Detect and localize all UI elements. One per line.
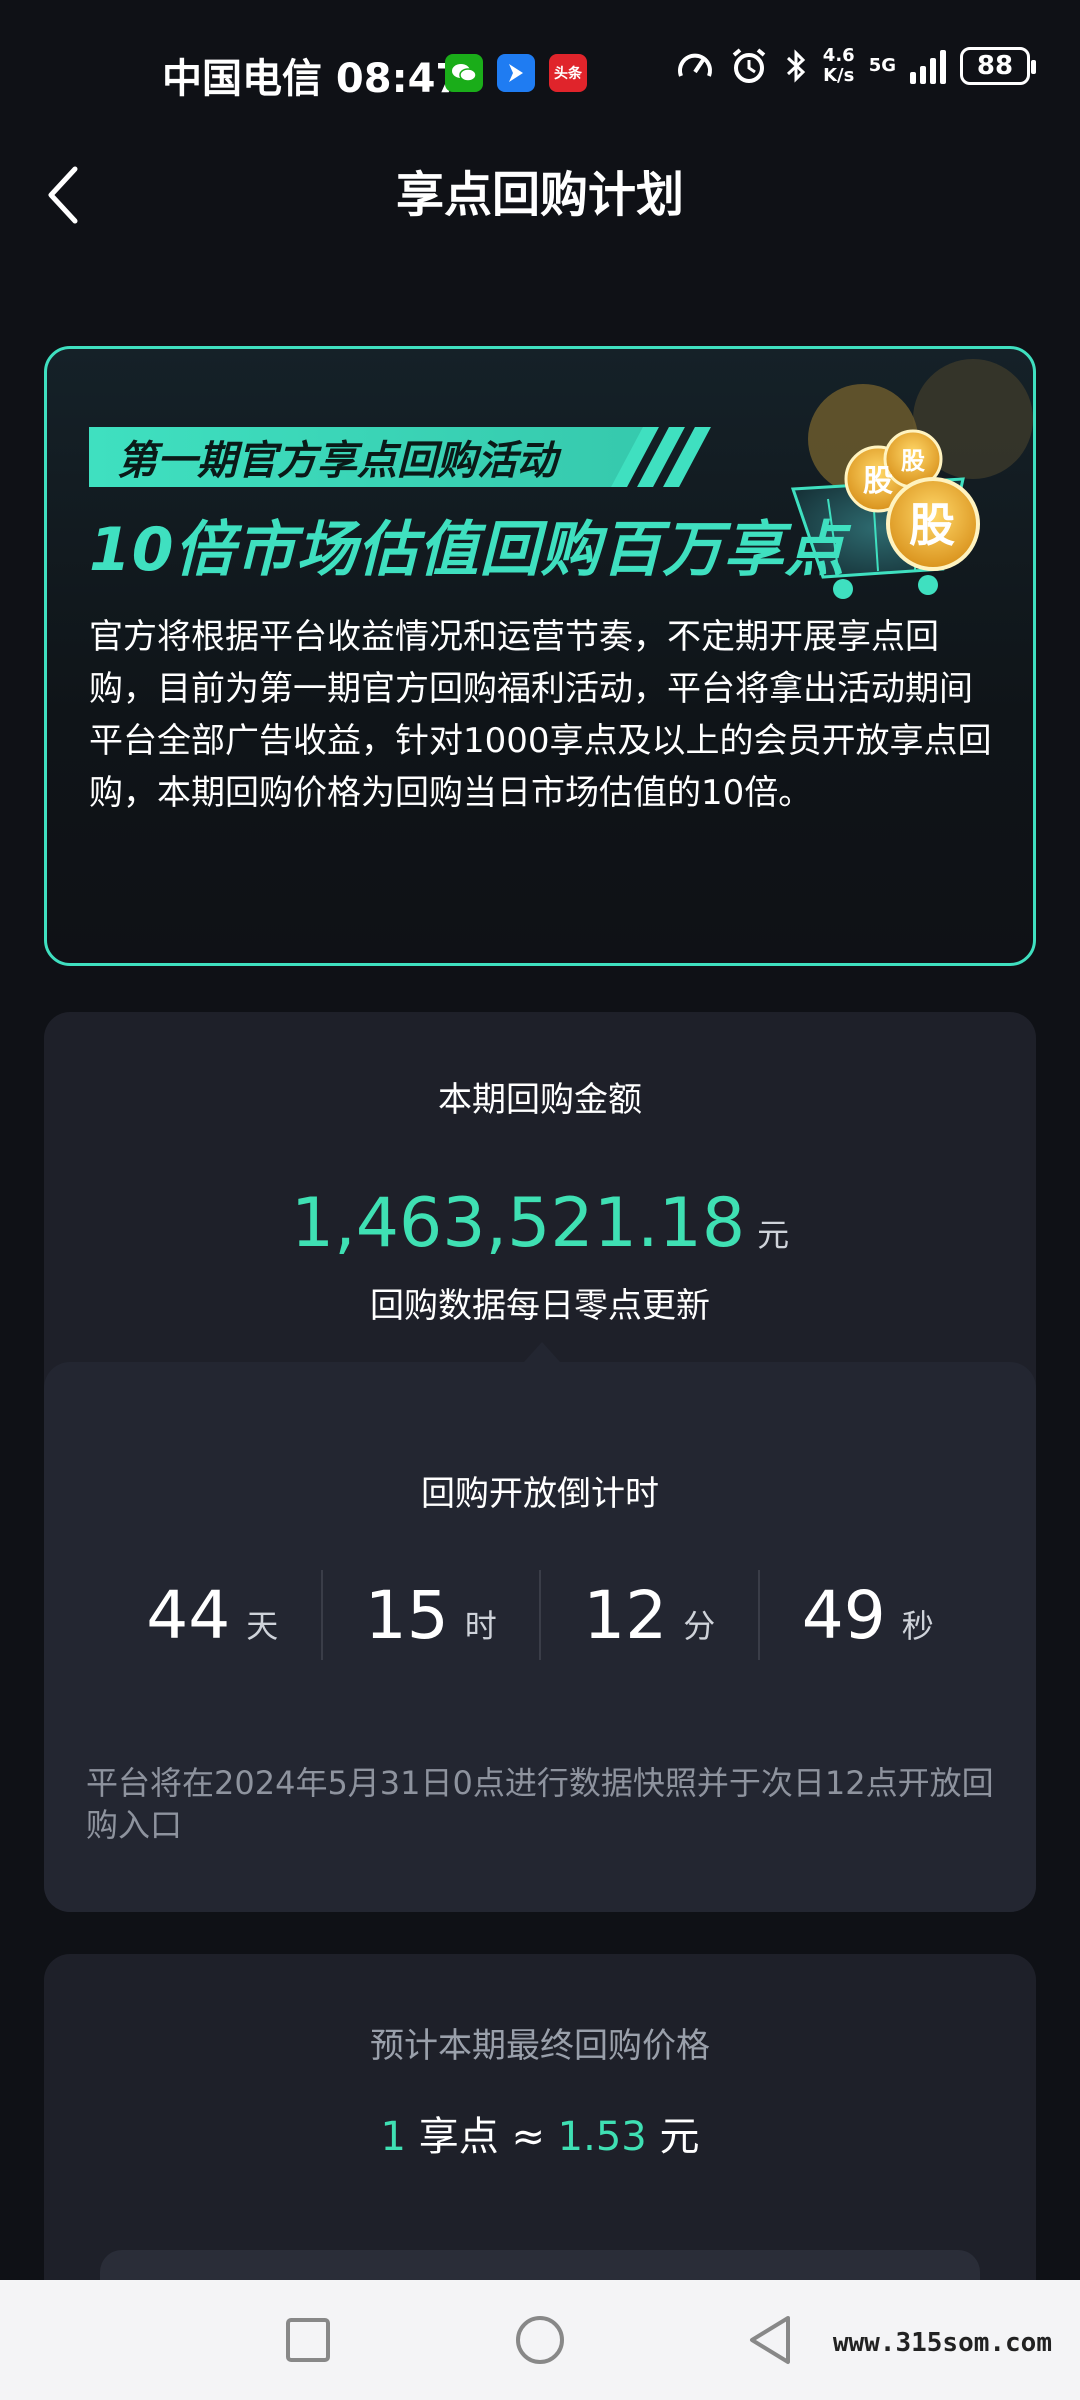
countdown-seconds: 49 秒 <box>801 1576 934 1654</box>
snapshot-note: 平台将在2024年5月31日0点进行数据快照并于次日12点开放回购入口 <box>86 1764 994 1844</box>
countdown-card: 回购开放倒计时 44 天 15 时 12 分 49 秒 平台将在2024年5月31日0点… <box>44 1362 1036 1912</box>
promo-headline: 10倍市场估值回购百万享点 <box>89 515 846 585</box>
amount-title: 本期回购金额 <box>438 1080 642 1120</box>
amount-value: 1,463,521.18 <box>290 1184 746 1263</box>
promo-tag: 第一期官方享点回购活动 <box>89 427 649 487</box>
promo-description: 官方将根据平台收益情况和运营节奏，不定期开展享点回购，目前为第一期官方回购福利活… <box>89 617 992 813</box>
countdown-hours: 15 时 <box>323 1570 541 1660</box>
price-title: 预计本期最终回购价格 <box>370 2026 710 2066</box>
countdown-minutes: 12 分 <box>541 1570 760 1660</box>
coin-cart-illustration: 股 股 股 <box>733 349 1033 639</box>
wechat-icon <box>445 54 483 92</box>
recent-apps-button[interactable] <box>276 2308 340 2372</box>
signal-icon <box>910 48 946 84</box>
svg-text:股: 股 <box>863 464 893 499</box>
countdown-title: 回购开放倒计时 <box>421 1474 659 1514</box>
toutiao-icon: 头条 <box>549 54 587 92</box>
svg-text:股: 股 <box>909 498 955 552</box>
speedometer-icon <box>677 53 712 77</box>
blue-app-icon <box>497 54 535 92</box>
bluetooth-icon <box>786 49 805 83</box>
network-type: 5G <box>868 55 896 76</box>
back-button[interactable] <box>38 160 88 230</box>
countdown-timer: 44 天 15 时 12 分 49 秒 <box>104 1570 976 1660</box>
promo-card: 股 股 股 第一期官方享点回购活动 10倍市场估值回购百万享点 官方将根据平台收… <box>44 346 1036 966</box>
nav-back-button[interactable] <box>738 2308 802 2372</box>
status-bar: 中国电信 08:47 头条 4.6 K/s 5G 88 <box>0 0 1080 140</box>
network-speed: 4.6 K/s <box>822 45 855 86</box>
countdown-days: 44 天 <box>104 1570 323 1660</box>
battery-icon: 88 <box>960 47 1036 85</box>
decorative-stripes <box>611 427 711 487</box>
pointer-arrow <box>524 1342 560 1362</box>
page-title: 享点回购计划 <box>395 167 684 223</box>
chevron-left-icon <box>48 166 78 224</box>
notification-icons: 头条 <box>445 54 587 92</box>
price-formula: 1 享点 ≈ 1.53 元 <box>380 2114 700 2160</box>
watermark: www.315som.com <box>832 2328 1052 2358</box>
buyback-amount-card: 本期回购金额 1,463,521.18 元 回购数据每日零点更新 回购开放倒计时 … <box>44 1012 1036 1912</box>
back-icon <box>750 2316 790 2364</box>
system-icons: 4.6 K/s 5G 88 <box>675 45 1036 86</box>
alarm-icon <box>732 48 766 83</box>
amount-update-note: 回购数据每日零点更新 <box>370 1286 710 1326</box>
home-button[interactable] <box>508 2308 572 2372</box>
amount-row: 1,463,521.18 元 <box>44 1184 1036 1263</box>
carrier-time: 中国电信 08:47 <box>162 56 464 102</box>
recent-apps-icon <box>286 2318 330 2362</box>
system-nav-bar: www.315som.com <box>0 2280 1080 2400</box>
svg-text:股: 股 <box>901 447 925 475</box>
home-icon <box>516 2316 564 2364</box>
amount-unit: 元 <box>757 1216 790 1254</box>
